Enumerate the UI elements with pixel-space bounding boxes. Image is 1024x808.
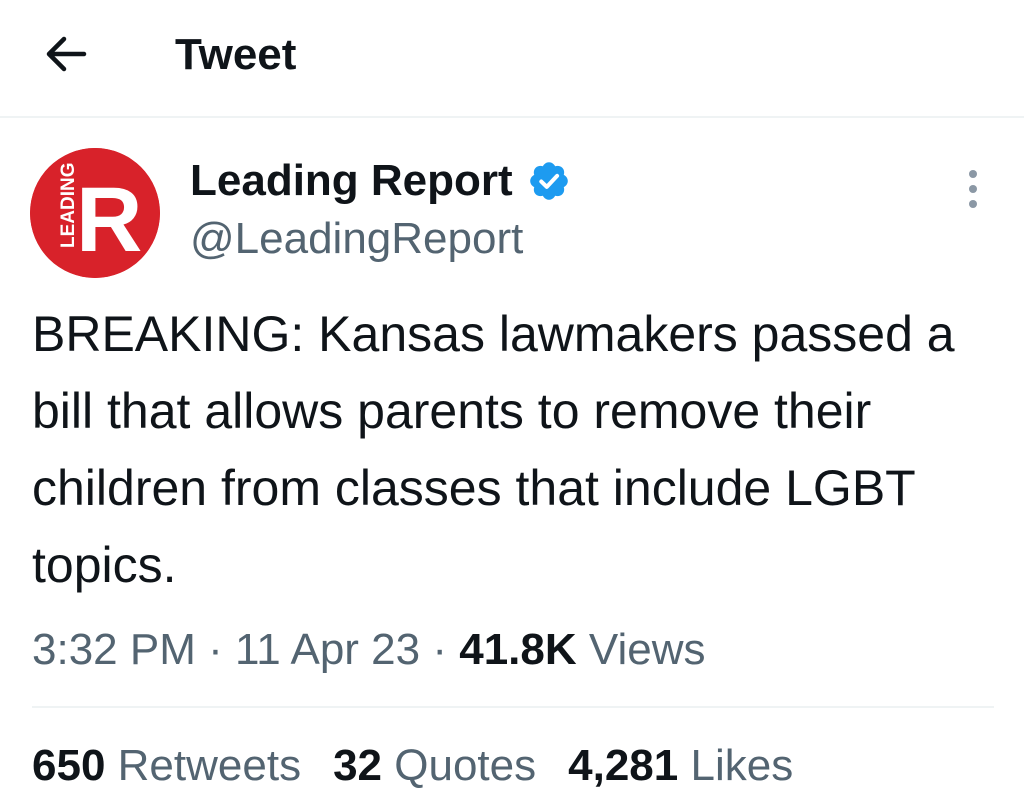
divider xyxy=(32,706,994,708)
meta-separator: · xyxy=(432,625,447,674)
tweet-time[interactable]: 3:32 PM xyxy=(32,625,196,674)
engagement-stats: 650 Retweets 32 Quotes 4,281 Likes xyxy=(32,738,825,794)
quotes-count: 32 xyxy=(333,741,383,790)
views-label: Views xyxy=(588,625,706,674)
back-button[interactable] xyxy=(40,30,92,78)
more-options-button[interactable] xyxy=(956,166,990,212)
author-display-name[interactable]: Leading Report xyxy=(190,155,571,207)
avatar[interactable]: LEADING R xyxy=(30,148,160,278)
quotes-stat[interactable]: 32 Quotes xyxy=(333,738,536,794)
retweets-count: 650 xyxy=(32,741,106,790)
likes-stat[interactable]: 4,281 Likes xyxy=(568,738,793,794)
retweets-label: Retweets xyxy=(117,741,302,790)
views-count: 41.8K xyxy=(459,625,577,674)
meta-separator: · xyxy=(208,625,223,674)
likes-count: 4,281 xyxy=(568,741,679,790)
tweet-text: BREAKING: Kansas lawmakers passed a bill… xyxy=(32,306,955,593)
display-name-text: Leading Report xyxy=(190,156,513,205)
tweet-meta: 3:32 PM · 11 Apr 23 · 41.8K Views xyxy=(32,622,705,678)
page-title: Tweet xyxy=(175,30,297,79)
arrow-left-icon xyxy=(46,36,87,72)
tweet-date[interactable]: 11 Apr 23 xyxy=(235,625,420,674)
author-handle[interactable]: @LeadingReport xyxy=(190,212,523,266)
verified-badge-icon xyxy=(529,162,568,200)
avatar-letter: R xyxy=(76,169,142,271)
quotes-label: Quotes xyxy=(394,741,537,790)
likes-label: Likes xyxy=(690,741,794,790)
retweets-stat[interactable]: 650 Retweets xyxy=(32,738,301,794)
top-bar: Tweet xyxy=(0,0,1024,118)
more-vertical-icon xyxy=(969,170,977,208)
